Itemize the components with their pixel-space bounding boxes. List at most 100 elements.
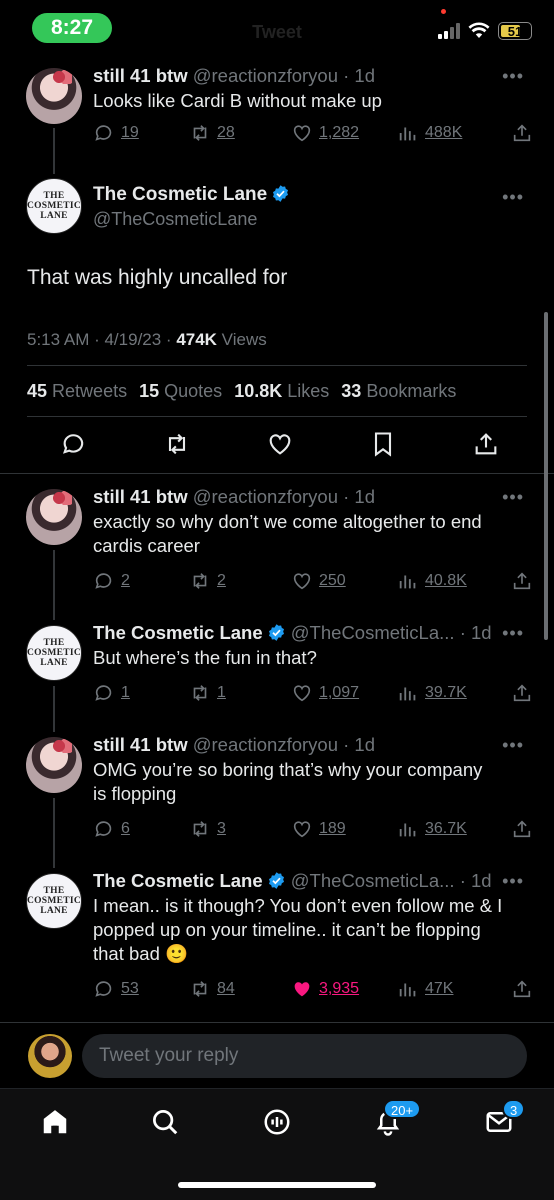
tweet-text-line: cardis career [93,535,200,556]
messages-badge: 3 [502,1099,526,1119]
author-handle[interactable]: @TheCosmeticLa... [291,870,455,891]
retweet-icon [193,981,207,997]
author-handle[interactable]: @reactionzforyou [193,486,338,507]
tweet-timestamp[interactable]: 5:13 AM · 4/19/23 · [27,330,176,349]
author-name[interactable]: The Cosmetic Lane [93,184,290,206]
main-tweet-actions [60,430,500,458]
divider [0,473,554,474]
retweet-icon [193,685,207,701]
heart-icon [293,573,311,590]
heart-icon[interactable] [266,430,294,458]
tweet-age: · 1d [343,734,376,755]
divider [27,365,527,366]
tab-messages[interactable]: 3 [484,1099,526,1141]
views-button[interactable]: 40.8K [397,570,507,592]
tab-home[interactable] [40,1107,74,1141]
like-count: 250 [319,572,346,589]
reply-icon[interactable] [60,430,88,458]
avatar[interactable]: THE COSMETIC LANE [26,178,82,234]
reply-count: 2 [121,572,130,589]
reply-tweet[interactable]: THE COSMETIC LANE The Cosmetic Lane @TheCos… [0,864,554,1024]
reply-icon [95,685,112,701]
divider [27,416,527,417]
tweet-header: The Cosmetic Lane @TheCosmeticLa... · 1d [93,622,492,644]
thread-line [53,686,55,732]
retweet-count: 84 [217,980,235,997]
share-button[interactable] [511,570,533,592]
author-name[interactable]: still 41 btw [93,734,188,755]
views-icon [399,575,416,589]
avatar[interactable] [26,489,82,545]
like-button[interactable]: 189 [291,818,397,840]
views-number: 474K [176,330,217,349]
author-name[interactable]: The Cosmetic Lane [93,622,263,643]
like-button[interactable]: 1,097 [291,682,397,704]
quotes-stat[interactable]: 15 Quotes [139,381,222,402]
views-button[interactable]: 36.7K [397,818,507,840]
tab-notifications[interactable]: 20+ [373,1099,422,1141]
divider [0,1022,554,1023]
tab-spaces[interactable] [262,1107,296,1141]
more-options-button[interactable]: ••• [502,187,524,208]
search-icon [153,1110,178,1135]
views-icon [399,983,416,997]
tweet-age: · 1d [459,870,492,891]
retweets-stat[interactable]: 45 Retweets [27,381,127,402]
retweet-button[interactable]: 1 [189,682,291,704]
reply-button[interactable]: 1 [93,682,189,704]
views-count: 40.8K [425,572,467,589]
battery-icon: 51 [498,22,532,40]
author-handle[interactable]: @reactionzforyou [193,734,338,755]
more-options-button[interactable]: ••• [502,735,524,756]
avatar[interactable]: THE COSMETIC LANE [26,625,82,681]
my-avatar[interactable] [28,1034,72,1078]
retweet-button[interactable]: 3 [189,818,291,840]
heart-icon [294,982,310,997]
more-options-button[interactable]: ••• [502,871,524,892]
more-options-button[interactable]: ••• [502,487,524,508]
reply-button[interactable]: 2 [93,570,189,592]
author-name[interactable]: still 41 btw [93,486,188,507]
share-button[interactable] [511,978,533,1000]
more-options-button[interactable]: ••• [502,623,524,644]
retweet-icon [193,821,207,837]
bookmark-icon[interactable] [369,430,397,458]
like-button[interactable]: 250 [291,570,397,592]
reply-tweet[interactable]: still 41 btw @reactionzforyou · 1d ••• exa… [0,480,554,620]
share-button[interactable] [511,682,533,704]
tweet-header: still 41 btw @reactionzforyou · 1d [93,486,375,508]
tab-search[interactable] [150,1107,184,1141]
reply-count: 6 [121,820,130,837]
avatar[interactable] [26,737,82,793]
share-button[interactable] [511,818,533,840]
quotes-number: 15 [139,381,160,401]
bookmarks-number: 33 [341,381,362,401]
avatar[interactable]: THE COSMETIC LANE [26,873,82,929]
likes-stat[interactable]: 10.8K Likes [234,381,329,402]
avatar-text: COSMETIC [26,648,82,658]
share-icon[interactable] [472,430,500,458]
views-button[interactable]: 47K [397,978,507,1000]
retweet-icon[interactable] [163,430,191,458]
retweets-number: 45 [27,381,48,401]
tweet-text: OMG you’re so boring that’s why your com… [93,758,523,806]
tweet-text-line: OMG you’re so boring that’s why your com… [93,759,483,780]
author-name[interactable]: The Cosmetic Lane [93,870,263,891]
reply-input[interactable]: Tweet your reply [82,1034,527,1078]
views-button[interactable]: 39.7K [397,682,507,704]
retweet-button[interactable]: 84 [189,978,291,1000]
scrollbar[interactable] [544,312,548,640]
reply-count: 1 [121,684,130,701]
reply-count: 53 [121,980,139,997]
author-handle[interactable]: @TheCosmeticLane [93,209,257,230]
reply-tweet[interactable]: still 41 btw @reactionzforyou · 1d ••• OMG… [0,728,554,868]
like-button[interactable]: 3,935 [291,978,397,1000]
retweet-button[interactable]: 2 [189,570,291,592]
bookmarks-stat[interactable]: 33 Bookmarks [341,381,456,402]
tweet-focused: THE COSMETIC LANE The Cosmetic Lane @The… [0,0,554,475]
reply-button[interactable]: 53 [93,978,189,1000]
reply-button[interactable]: 6 [93,818,189,840]
retweet-count: 1 [217,684,226,701]
author-handle[interactable]: @TheCosmeticLa... [291,622,455,643]
reply-tweet[interactable]: THE COSMETIC LANE The Cosmetic Lane @TheCos… [0,616,554,732]
